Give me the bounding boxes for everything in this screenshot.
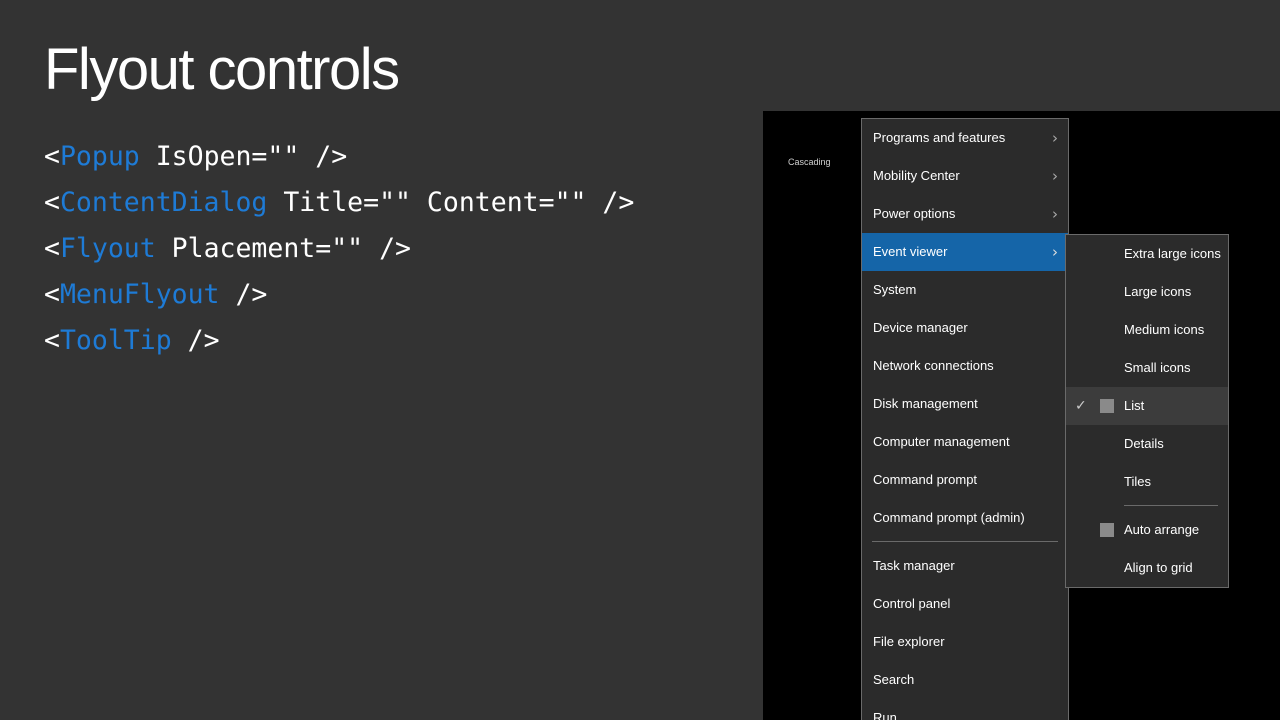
- menu-item-task-manager[interactable]: Task manager: [862, 547, 1068, 585]
- submenu-item-label: Medium icons: [1124, 322, 1205, 337]
- code-bracket: <: [44, 279, 60, 310]
- list-view-icon: [1100, 399, 1114, 413]
- submenu-item-small-icons[interactable]: Small icons: [1066, 349, 1228, 387]
- menu-item-label: Disk management: [873, 396, 978, 411]
- code-line-popup: <Popup IsOpen="" />: [44, 136, 634, 182]
- code-attrs: Title="" Content="" />: [267, 187, 635, 218]
- checkmark-icon: ✓: [1075, 398, 1087, 414]
- menu-item-label: Control panel: [873, 596, 951, 611]
- menu-item-label: Command prompt (admin): [873, 510, 1025, 525]
- chevron-right-icon: ›: [1052, 205, 1058, 223]
- submenu-item-extra-large-icons[interactable]: Extra large icons: [1066, 235, 1228, 273]
- submenu-item-large-icons[interactable]: Large icons: [1066, 273, 1228, 311]
- submenu-item-label: Extra large icons: [1124, 246, 1221, 261]
- code-line-contentdialog: <ContentDialog Title="" Content="" />: [44, 182, 634, 228]
- chevron-right-icon: ›: [1052, 167, 1058, 185]
- slide-title: Flyout controls: [44, 37, 400, 102]
- submenu-item-list[interactable]: ✓ List: [1066, 387, 1228, 425]
- embedded-screenshot: Cascading Programs and features › Mobilit…: [763, 111, 1280, 720]
- menu-item-label: Power options: [873, 206, 956, 221]
- menu-item-label: Device manager: [873, 320, 968, 335]
- submenu-item-label: Details: [1124, 436, 1164, 451]
- auto-arrange-icon: [1100, 523, 1114, 537]
- cascading-submenu: Extra large icons Large icons Medium ico…: [1065, 234, 1229, 588]
- menu-item-event-viewer[interactable]: Event viewer ›: [862, 233, 1068, 271]
- submenu-item-label: Align to grid: [1124, 560, 1193, 575]
- submenu-item-label: Tiles: [1124, 474, 1151, 489]
- menu-item-network-connections[interactable]: Network connections: [862, 347, 1068, 385]
- menu-item-label: Event viewer: [873, 244, 948, 259]
- submenu-item-label: Small icons: [1124, 360, 1191, 375]
- code-tag-tooltip: ToolTip: [59, 325, 172, 356]
- code-line-menuflyout: <MenuFlyout />: [44, 274, 634, 320]
- context-menu: Programs and features › Mobility Center › …: [861, 118, 1069, 720]
- code-bracket: <: [44, 233, 60, 264]
- menu-item-label: Search: [873, 672, 915, 687]
- code-attrs: />: [171, 325, 220, 356]
- code-attrs: />: [219, 279, 268, 310]
- code-block: <Popup IsOpen="" /> <ContentDialog Title…: [44, 136, 634, 366]
- submenu-item-auto-arrange[interactable]: Auto arrange: [1066, 511, 1228, 549]
- menu-item-label: File explorer: [873, 634, 945, 649]
- code-tag-menuflyout: MenuFlyout: [59, 279, 220, 310]
- submenu-item-details[interactable]: Details: [1066, 425, 1228, 463]
- code-line-tooltip: <ToolTip />: [44, 320, 634, 366]
- menu-item-file-explorer[interactable]: File explorer: [862, 623, 1068, 661]
- submenu-item-tiles[interactable]: Tiles: [1066, 463, 1228, 501]
- menu-item-label: Run: [873, 710, 897, 720]
- code-attrs: Placement="" />: [155, 233, 411, 264]
- menu-item-run[interactable]: Run: [862, 699, 1068, 720]
- submenu-item-label: Large icons: [1124, 284, 1192, 299]
- menu-item-label: Task manager: [873, 558, 955, 573]
- menu-item-command-prompt-admin[interactable]: Command prompt (admin): [862, 499, 1068, 537]
- code-line-flyout: <Flyout Placement="" />: [44, 228, 634, 274]
- menu-item-programs-and-features[interactable]: Programs and features ›: [862, 119, 1068, 157]
- menu-item-label: Mobility Center: [873, 168, 960, 183]
- menu-item-control-panel[interactable]: Control panel: [862, 585, 1068, 623]
- chevron-right-icon: ›: [1052, 129, 1058, 147]
- menu-item-computer-management[interactable]: Computer management: [862, 423, 1068, 461]
- menu-item-power-options[interactable]: Power options ›: [862, 195, 1068, 233]
- submenu-item-align-to-grid[interactable]: Align to grid: [1066, 549, 1228, 587]
- menu-item-device-manager[interactable]: Device manager: [862, 309, 1068, 347]
- code-tag-flyout: Flyout: [59, 233, 156, 264]
- menu-item-system[interactable]: System: [862, 271, 1068, 309]
- code-tag-popup: Popup: [59, 141, 140, 172]
- submenu-item-label: Auto arrange: [1124, 522, 1200, 537]
- code-attrs: IsOpen="" />: [139, 141, 348, 172]
- code-tag-contentdialog: ContentDialog: [59, 187, 268, 218]
- submenu-separator: [1124, 505, 1218, 506]
- menu-separator: [872, 541, 1058, 542]
- cascading-label: Cascading: [788, 157, 831, 167]
- code-bracket: <: [44, 187, 60, 218]
- menu-item-command-prompt[interactable]: Command prompt: [862, 461, 1068, 499]
- code-bracket: <: [44, 325, 60, 356]
- menu-item-label: Network connections: [873, 358, 994, 373]
- menu-item-disk-management[interactable]: Disk management: [862, 385, 1068, 423]
- submenu-item-label: List: [1124, 398, 1145, 413]
- menu-item-label: System: [873, 282, 917, 297]
- menu-item-search[interactable]: Search: [862, 661, 1068, 699]
- menu-item-mobility-center[interactable]: Mobility Center ›: [862, 157, 1068, 195]
- chevron-right-icon: ›: [1052, 243, 1058, 261]
- submenu-item-medium-icons[interactable]: Medium icons: [1066, 311, 1228, 349]
- menu-item-label: Programs and features: [873, 130, 1006, 145]
- menu-item-label: Computer management: [873, 434, 1010, 449]
- code-bracket: <: [44, 141, 60, 172]
- menu-item-label: Command prompt: [873, 472, 978, 487]
